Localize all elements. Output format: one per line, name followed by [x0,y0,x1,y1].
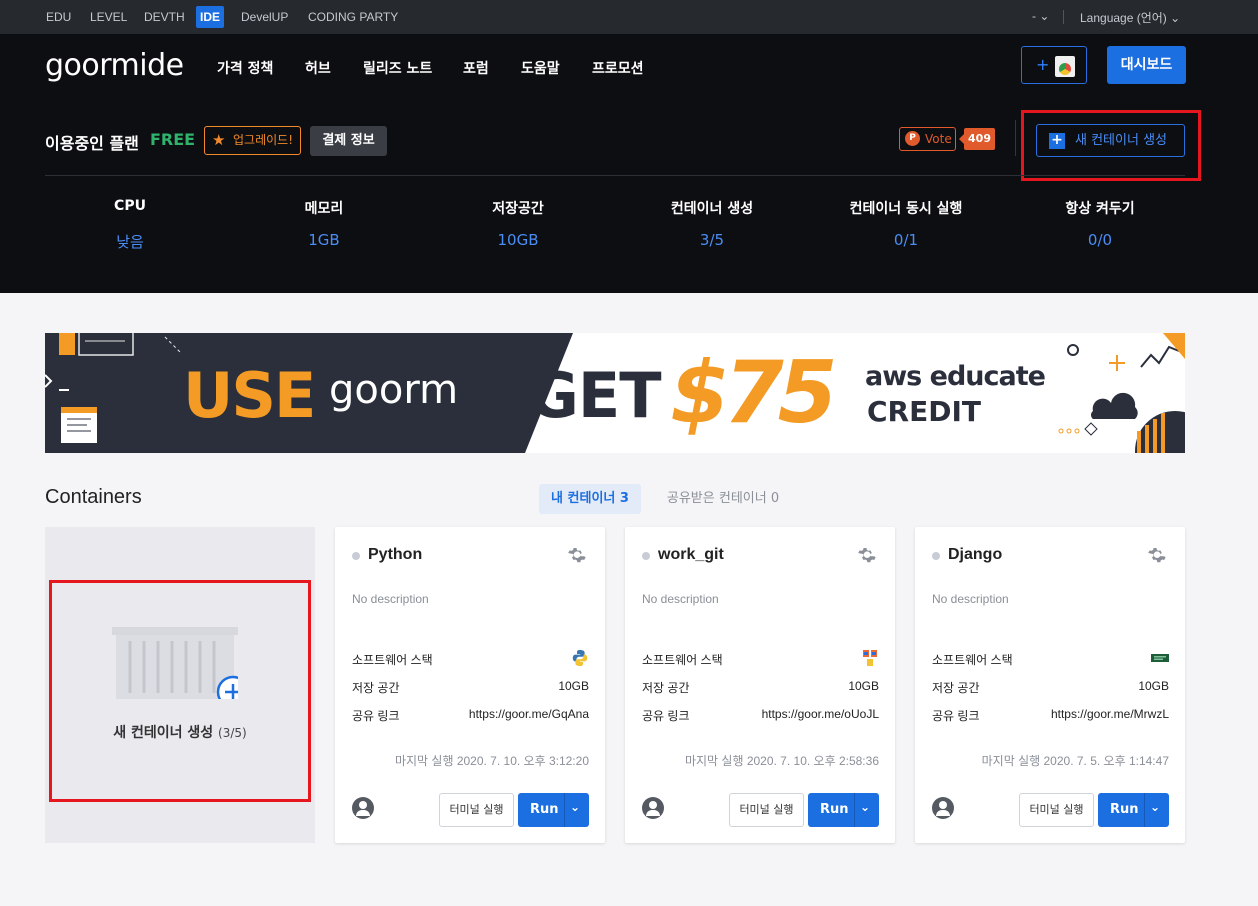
container-description: No description [352,592,429,606]
container-name[interactable]: work_git [658,546,724,564]
star-icon: ★ [212,131,226,149]
last-run: 마지막 실행 2020. 7. 5. 오후 1:14:47 [981,754,1169,768]
containers-title: Containers [45,486,142,508]
banner-aws-text: aws educate [865,361,1046,392]
highlight-box [1021,110,1201,181]
banner-decoration-left [45,333,182,443]
python-icon [572,650,588,666]
user-avatar-icon [932,797,954,819]
chevron-down-icon[interactable]: ⌄ [1150,800,1160,814]
chrome-icon [1055,56,1075,77]
vote-count: 409 [959,128,995,150]
highlight-box [49,580,311,802]
promo-banner[interactable]: USE goorm GET $75 aws educate CREDIT [45,333,1185,453]
divider [45,175,1185,176]
vote-button[interactable]: P Vote [899,127,956,151]
chevron-down-icon[interactable]: ⌄ [570,800,580,814]
container-card-python[interactable]: Python No description 소프트웨어 스택 저장 공간 10G… [335,527,605,843]
plan-name: FREE [150,130,196,149]
status-dot [352,552,360,560]
add-extension-button[interactable]: + [1021,46,1087,84]
nav-promotion[interactable]: 프로모션 [592,58,644,78]
git-icon [863,650,877,666]
gear-icon[interactable] [857,546,877,566]
divider [1063,10,1064,24]
terminal-button[interactable]: 터미널 실행 [1019,793,1094,827]
container-card-django[interactable]: Django No description 소프트웨어 스택 저장 공간 10G… [915,527,1185,843]
run-button[interactable]: Run ⌄ [518,793,589,827]
status-dot [642,552,650,560]
tab-level[interactable]: LEVEL [86,6,131,28]
container-description: No description [642,592,719,606]
gear-icon[interactable] [567,546,587,566]
share-link[interactable]: https://goor.me/MrwzL [1051,707,1169,721]
container-card-work-git[interactable]: work_git No description 소프트웨어 스택 저장 공간 1… [625,527,895,843]
tab-devth[interactable]: DEVTH [140,6,189,28]
tab-coding-party[interactable]: CODING PARTY [304,6,402,28]
header: goormide 가격 정책 허브 릴리즈 노트 포럼 도움말 프로모션 + 대… [0,34,1258,293]
banner-amount-text: $75 [670,343,838,443]
divider [1015,120,1016,156]
tab-shared-containers[interactable]: 공유받은 컨테이너 0 [653,484,793,514]
banner-get-text: GET [528,359,662,432]
tab-develup[interactable]: DevelUP [237,6,292,28]
status-dot [932,552,940,560]
nav-release-notes[interactable]: 릴리즈 노트 [363,58,432,78]
top-strip: EDU LEVEL DEVTH IDE DevelUP CODING PARTY… [0,0,1258,34]
mode-toggle[interactable]: - ⌄ [1032,9,1049,23]
upgrade-button[interactable]: ★ 업그레이드! [204,126,301,155]
dashboard-button[interactable]: 대시보드 [1107,46,1186,84]
chevron-down-icon[interactable]: ⌄ [860,800,870,814]
nav-hub[interactable]: 허브 [305,58,331,78]
nav-help[interactable]: 도움말 [521,58,560,78]
nav-pricing[interactable]: 가격 정책 [217,58,273,78]
last-run: 마지막 실행 2020. 7. 10. 오후 3:12:20 [394,754,589,768]
django-icon [1151,654,1169,662]
banner-goorm-text: goorm [329,367,459,413]
tab-edu[interactable]: EDU [42,6,75,28]
share-link[interactable]: https://goor.me/oUoJL [762,707,879,721]
terminal-button[interactable]: 터미널 실행 [729,793,804,827]
producthunt-icon: P [905,131,920,146]
nav-forum[interactable]: 포럼 [463,58,489,78]
banner-credit-text: CREDIT [867,395,981,428]
language-select[interactable]: Language (언어) ⌄ [1080,9,1180,26]
plan-label: 이용중인 플랜 [45,134,139,153]
banner-use-text: USE [183,359,316,432]
banner-decoration-right [1058,333,1185,453]
user-avatar-icon [642,797,664,819]
run-button[interactable]: Run ⌄ [808,793,879,827]
user-avatar-icon [352,797,374,819]
run-button[interactable]: Run ⌄ [1098,793,1169,827]
container-name[interactable]: Django [948,546,1002,564]
terminal-button[interactable]: 터미널 실행 [439,793,514,827]
goormide-logo[interactable]: goormide [45,48,184,83]
container-name[interactable]: Python [368,546,422,564]
last-run: 마지막 실행 2020. 7. 10. 오후 2:58:36 [684,754,879,768]
gear-icon[interactable] [1147,546,1167,566]
tab-my-containers[interactable]: 내 컨테이너 3 [539,484,641,514]
container-description: No description [932,592,1009,606]
tab-ide[interactable]: IDE [196,6,225,28]
payment-info-button[interactable]: 결제 정보 [310,126,387,156]
share-link[interactable]: https://goor.me/GqAna [469,707,589,721]
